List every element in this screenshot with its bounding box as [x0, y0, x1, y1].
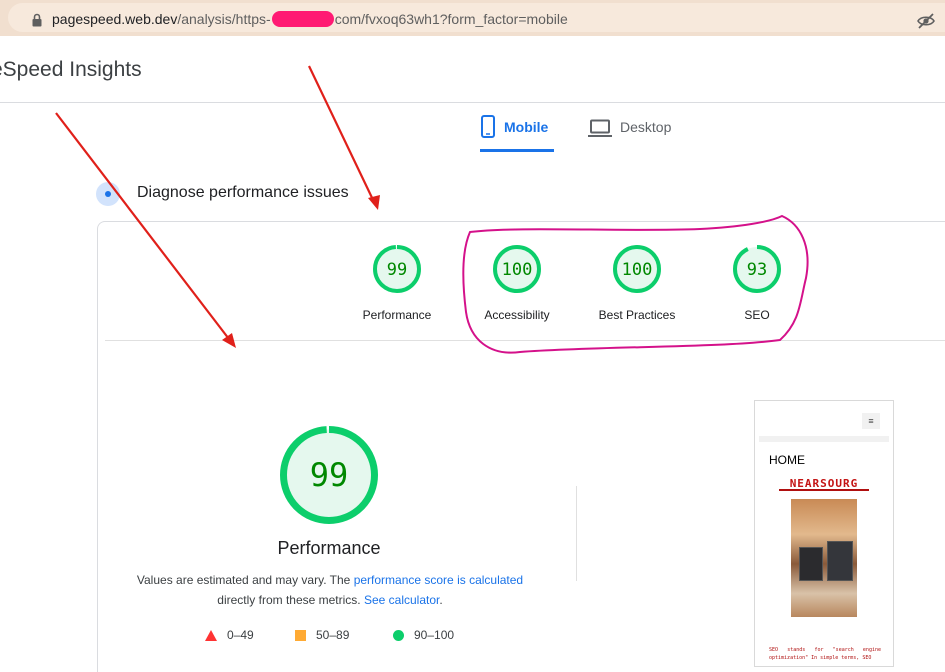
legend-range: 0–49 [227, 628, 254, 642]
note-suffix: . [439, 593, 443, 607]
legend-pass: 90–100 [393, 628, 454, 642]
browser-toolbar: pagespeed.web.dev/analysis/https-com/fvx… [0, 0, 945, 36]
tab-desktop[interactable]: Desktop [588, 112, 688, 152]
performance-title: Performance [277, 538, 381, 558]
page-screenshot-thumbnail[interactable]: ≡ HOME NEARSOURG SEO stands for "search … [754, 400, 894, 667]
url-path-start: /analysis/https- [177, 11, 271, 27]
triangle-icon [205, 629, 217, 641]
gauge-label: Best Practices [598, 308, 676, 322]
thumbnail-logo: NEARSOURG [779, 477, 869, 491]
gauge-score: 99 [310, 456, 349, 494]
url-path-end: com/fvxoq63wh1?form_factor=mobile [334, 11, 568, 27]
gauge-score: 100 [622, 260, 653, 280]
address-bar[interactable]: pagespeed.web.dev/analysis/https-com/fvx… [8, 3, 945, 32]
section-divider [576, 486, 577, 581]
app-title: eSpeed Insights [0, 58, 142, 81]
thumbnail-home-text: HOME [769, 453, 805, 467]
gauge-accessibility[interactable]: 100 Accessibility [472, 244, 562, 322]
tab-mobile-label: Mobile [504, 119, 549, 135]
url-text: pagespeed.web.dev/analysis/https-com/fvx… [52, 11, 568, 27]
gauge-ring: 100 [613, 245, 661, 293]
diagnose-title: Diagnose performance issues [137, 184, 349, 201]
monitor-shape [827, 541, 853, 581]
phone-icon [481, 115, 495, 138]
performance-note: Values are estimated and may vary. The p… [120, 570, 540, 610]
gauge-label: Performance [362, 308, 432, 322]
thumbnail-header-strip [759, 436, 889, 442]
note-mid: directly from these metrics. [217, 593, 361, 607]
legend-average: 50–89 [295, 628, 349, 642]
gauge-label: Accessibility [484, 308, 550, 322]
gauge-best-practices[interactable]: 100 Best Practices [592, 244, 682, 322]
legend-range: 50–89 [316, 628, 350, 642]
circle-icon [393, 629, 404, 641]
gauge-score: 100 [502, 260, 533, 280]
thumbnail-photo [791, 499, 857, 617]
gauge-performance[interactable]: 99 Performance [352, 244, 442, 322]
gauge-ring: 99 [373, 245, 421, 293]
score-calculated-link[interactable]: performance score is calculated [354, 573, 523, 587]
gauge-score: 93 [747, 260, 767, 280]
diagnose-icon [96, 182, 120, 206]
redaction-mark [271, 11, 334, 27]
hamburger-menu-icon: ≡ [862, 413, 880, 429]
url-host: pagespeed.web.dev [52, 11, 178, 27]
legend-range: 90–100 [414, 628, 455, 642]
card-divider [105, 340, 945, 341]
see-calculator-link[interactable]: See calculator [364, 593, 439, 607]
gauge-ring: 100 [493, 245, 541, 293]
monitor-shape [799, 547, 823, 581]
eye-off-icon[interactable] [917, 12, 935, 30]
app-header: eSpeed Insights [0, 37, 945, 103]
thumbnail-caption: SEO stands for "search engine optimizati… [769, 647, 881, 661]
lock-icon [32, 13, 42, 27]
gauge-label: SEO [744, 308, 770, 322]
tab-desktop-label: Desktop [620, 119, 672, 135]
square-icon [295, 629, 306, 641]
laptop-icon [588, 119, 612, 137]
note-prefix: Values are estimated and may vary. The [136, 573, 351, 587]
tab-mobile[interactable]: Mobile [480, 112, 554, 152]
gauge-ring: 93 [733, 245, 781, 293]
gauge-score: 99 [387, 260, 407, 280]
legend-fail: 0–49 [205, 628, 254, 642]
performance-gauge-large: 99 [280, 426, 378, 524]
gauge-seo[interactable]: 93 SEO [712, 244, 802, 322]
